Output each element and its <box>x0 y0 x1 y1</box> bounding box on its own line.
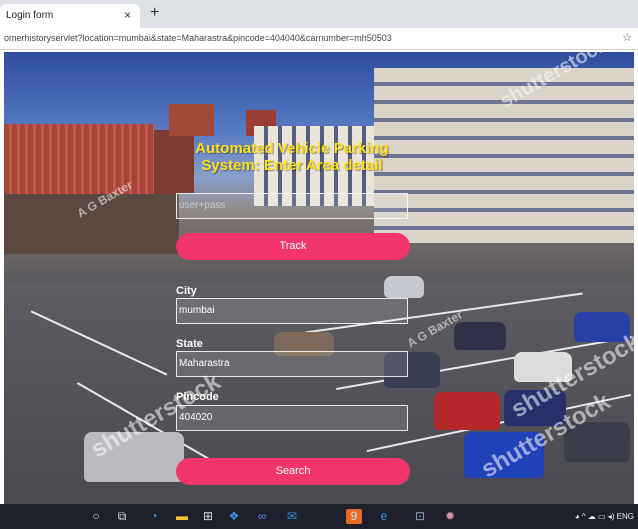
taskbar: ○ ⧉ ◔ ▬ ⊞ ❖ ∞ ✉ 9 e ⊡ ✹ ◕ ^ ☁ ▭ ◂) ENG <box>0 504 638 529</box>
file-explorer-icon[interactable]: ▬ <box>174 509 190 524</box>
city-input[interactable]: mumbai <box>176 298 408 324</box>
tab-bar: Login form × + <box>0 0 638 28</box>
page-title: Automated Vehicle Parking System: Enter … <box>175 140 409 174</box>
app-icon[interactable]: 9 <box>346 509 362 524</box>
user-pass-input[interactable]: user+pass <box>176 193 408 219</box>
page-title-line1: Automated Vehicle Parking <box>195 140 389 157</box>
new-tab-button[interactable]: + <box>150 4 159 22</box>
user-pass-placeholder: user+pass <box>179 200 226 211</box>
close-tab-icon[interactable]: × <box>124 8 131 22</box>
address-bar[interactable]: omerhistoryservlet?location=mumbai&state… <box>0 28 638 50</box>
state-label: State <box>176 338 203 350</box>
url-text[interactable]: omerhistoryservlet?location=mumbai&state… <box>4 33 392 43</box>
pincode-input[interactable]: 404020 <box>176 405 408 431</box>
state-input[interactable]: Maharastra <box>176 351 408 377</box>
bookmark-star-icon[interactable]: ☆ <box>622 31 632 44</box>
task-view-icon[interactable]: ⧉ <box>114 509 130 524</box>
app3-icon[interactable]: ✹ <box>442 509 458 524</box>
edge-icon[interactable]: ◔ <box>146 509 162 524</box>
page-title-line2: System: Enter Area detail <box>201 157 383 174</box>
pincode-value: 404020 <box>179 412 213 423</box>
dropbox-icon[interactable]: ❖ <box>226 509 242 524</box>
language-indicator: ENG <box>616 512 634 521</box>
mail-icon[interactable]: ✉ <box>284 509 300 524</box>
store-icon[interactable]: ⊞ <box>200 509 216 524</box>
building-top <box>169 104 214 136</box>
pincode-label: Pincode <box>176 391 219 403</box>
city-label: City <box>176 285 197 297</box>
start-icon[interactable]: ○ <box>88 509 104 524</box>
search-button[interactable]: Search <box>176 458 410 485</box>
city-value: mumbai <box>179 305 215 316</box>
background-image: shutterstock A G Baxter A G Baxter shutt… <box>4 52 634 504</box>
track-button[interactable]: Track <box>176 233 410 260</box>
tab-title: Login form <box>6 10 54 21</box>
app2-icon[interactable]: ⊡ <box>412 509 428 524</box>
ie-icon[interactable]: e <box>376 509 392 524</box>
state-value: Maharastra <box>179 358 230 369</box>
tab-login-form[interactable]: Login form × <box>0 4 140 28</box>
link-icon[interactable]: ∞ <box>254 509 270 524</box>
system-tray[interactable]: ◕ ^ ☁ ▭ ◂) ENG <box>575 512 634 521</box>
